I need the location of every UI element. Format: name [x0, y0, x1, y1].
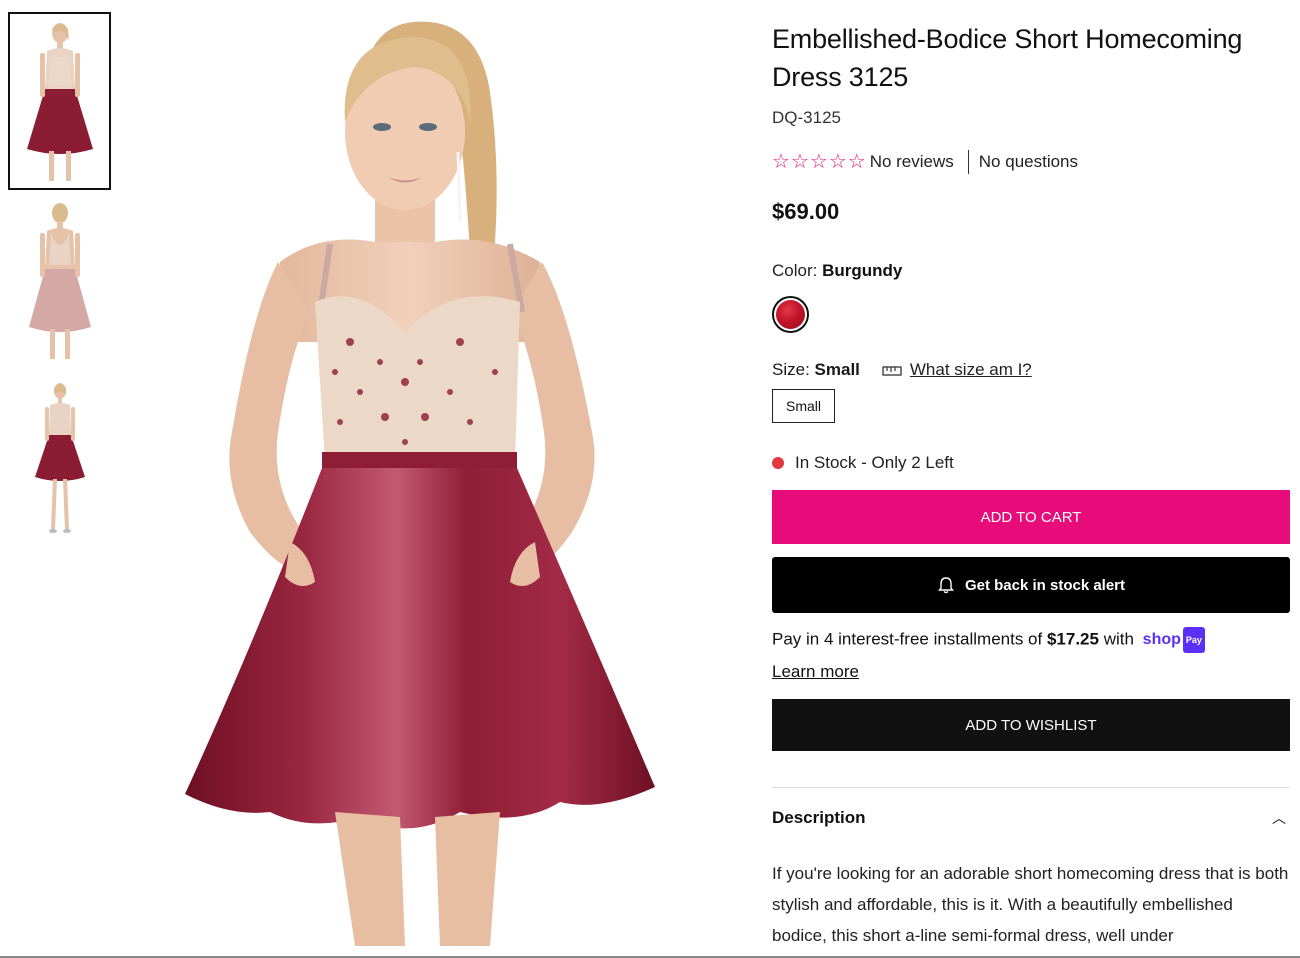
shoppay-brand-badge: Pay	[1182, 627, 1205, 653]
shoppay-installments: Pay in 4 interest-free installments of $…	[772, 627, 1290, 684]
add-to-cart-button[interactable]: ADD TO CART	[772, 490, 1290, 544]
add-to-wishlist-button[interactable]: ADD TO WISHLIST	[772, 699, 1290, 751]
size-label-text: Size:	[772, 360, 810, 379]
size-option-small[interactable]: Small	[772, 389, 836, 423]
star-empty-icon: ☆	[809, 151, 828, 173]
star-empty-icon: ☆	[828, 151, 847, 173]
dress-front-thumb-image	[26, 22, 93, 181]
description-body: If you're looking for an adorable short …	[772, 864, 1289, 945]
color-swatch-burgundy[interactable]	[772, 296, 809, 333]
size-value: Small	[814, 360, 860, 379]
shoppay-amount: $17.25	[1046, 629, 1099, 649]
thumbnail-gallery	[8, 12, 112, 552]
stock-text: In Stock - Only 2 Left	[795, 453, 954, 472]
star-empty-icon: ☆	[790, 151, 809, 173]
rating-stars[interactable]: ☆ ☆ ☆ ☆ ☆	[772, 152, 866, 172]
learn-more-link[interactable]: Learn more	[772, 660, 859, 684]
shoppay-text-prefix: Pay in 4 interest-free installments of	[772, 629, 1047, 649]
size-guide-link[interactable]: What size am I?	[882, 360, 1032, 380]
shoppay-brand-word: shop	[1142, 631, 1181, 648]
stock-alert-label: Get back in stock alert	[964, 576, 1126, 594]
star-empty-icon: ☆	[847, 151, 866, 173]
product-info-panel: Embellished-Bodice Short Homecoming Dres…	[772, 20, 1290, 951]
size-row: Size: Small What size am I?	[772, 360, 1290, 380]
dress-full-thumb-image	[34, 382, 85, 533]
chevron-up-icon: ︿	[1272, 810, 1286, 826]
size-guide-text: What size am I?	[909, 360, 1032, 379]
product-sku: DQ-3125	[772, 108, 841, 127]
color-value: Burgundy	[822, 261, 903, 280]
product-title: Embellished-Bodice Short Homecoming Dres…	[772, 24, 1243, 92]
stock-status: In Stock - Only 2 Left	[772, 453, 1290, 473]
star-empty-icon: ☆	[772, 151, 790, 173]
reviews-row: ☆ ☆ ☆ ☆ ☆ No reviews No questions	[772, 150, 1290, 174]
product-price: $69.00	[772, 199, 840, 224]
description-accordion-header[interactable]: Description ︿	[772, 788, 1290, 848]
bell-icon	[938, 577, 954, 594]
ruler-icon	[882, 366, 902, 376]
main-product-image[interactable]	[160, 12, 700, 946]
model-dress-illustration	[185, 21, 655, 946]
dress-back-thumb-image	[28, 202, 91, 359]
thumbnail-full-length-view[interactable]	[8, 372, 111, 550]
stock-dot-icon	[772, 457, 784, 469]
description-heading: Description	[772, 808, 866, 827]
reviews-link[interactable]: No reviews	[870, 152, 954, 172]
color-label: Color: Burgundy	[772, 261, 1290, 281]
stock-alert-button[interactable]: Get back in stock alert	[772, 557, 1290, 613]
swatch-fill	[776, 300, 805, 329]
shoppay-logo: shop Pay	[1143, 627, 1205, 653]
thumbnail-front-view[interactable]	[8, 12, 111, 190]
shoppay-text-suffix: with	[1098, 629, 1134, 649]
color-label-text: Color:	[772, 261, 818, 280]
divider	[967, 150, 969, 174]
questions-link[interactable]: No questions	[979, 152, 1078, 172]
thumbnail-back-view[interactable]	[8, 192, 111, 370]
